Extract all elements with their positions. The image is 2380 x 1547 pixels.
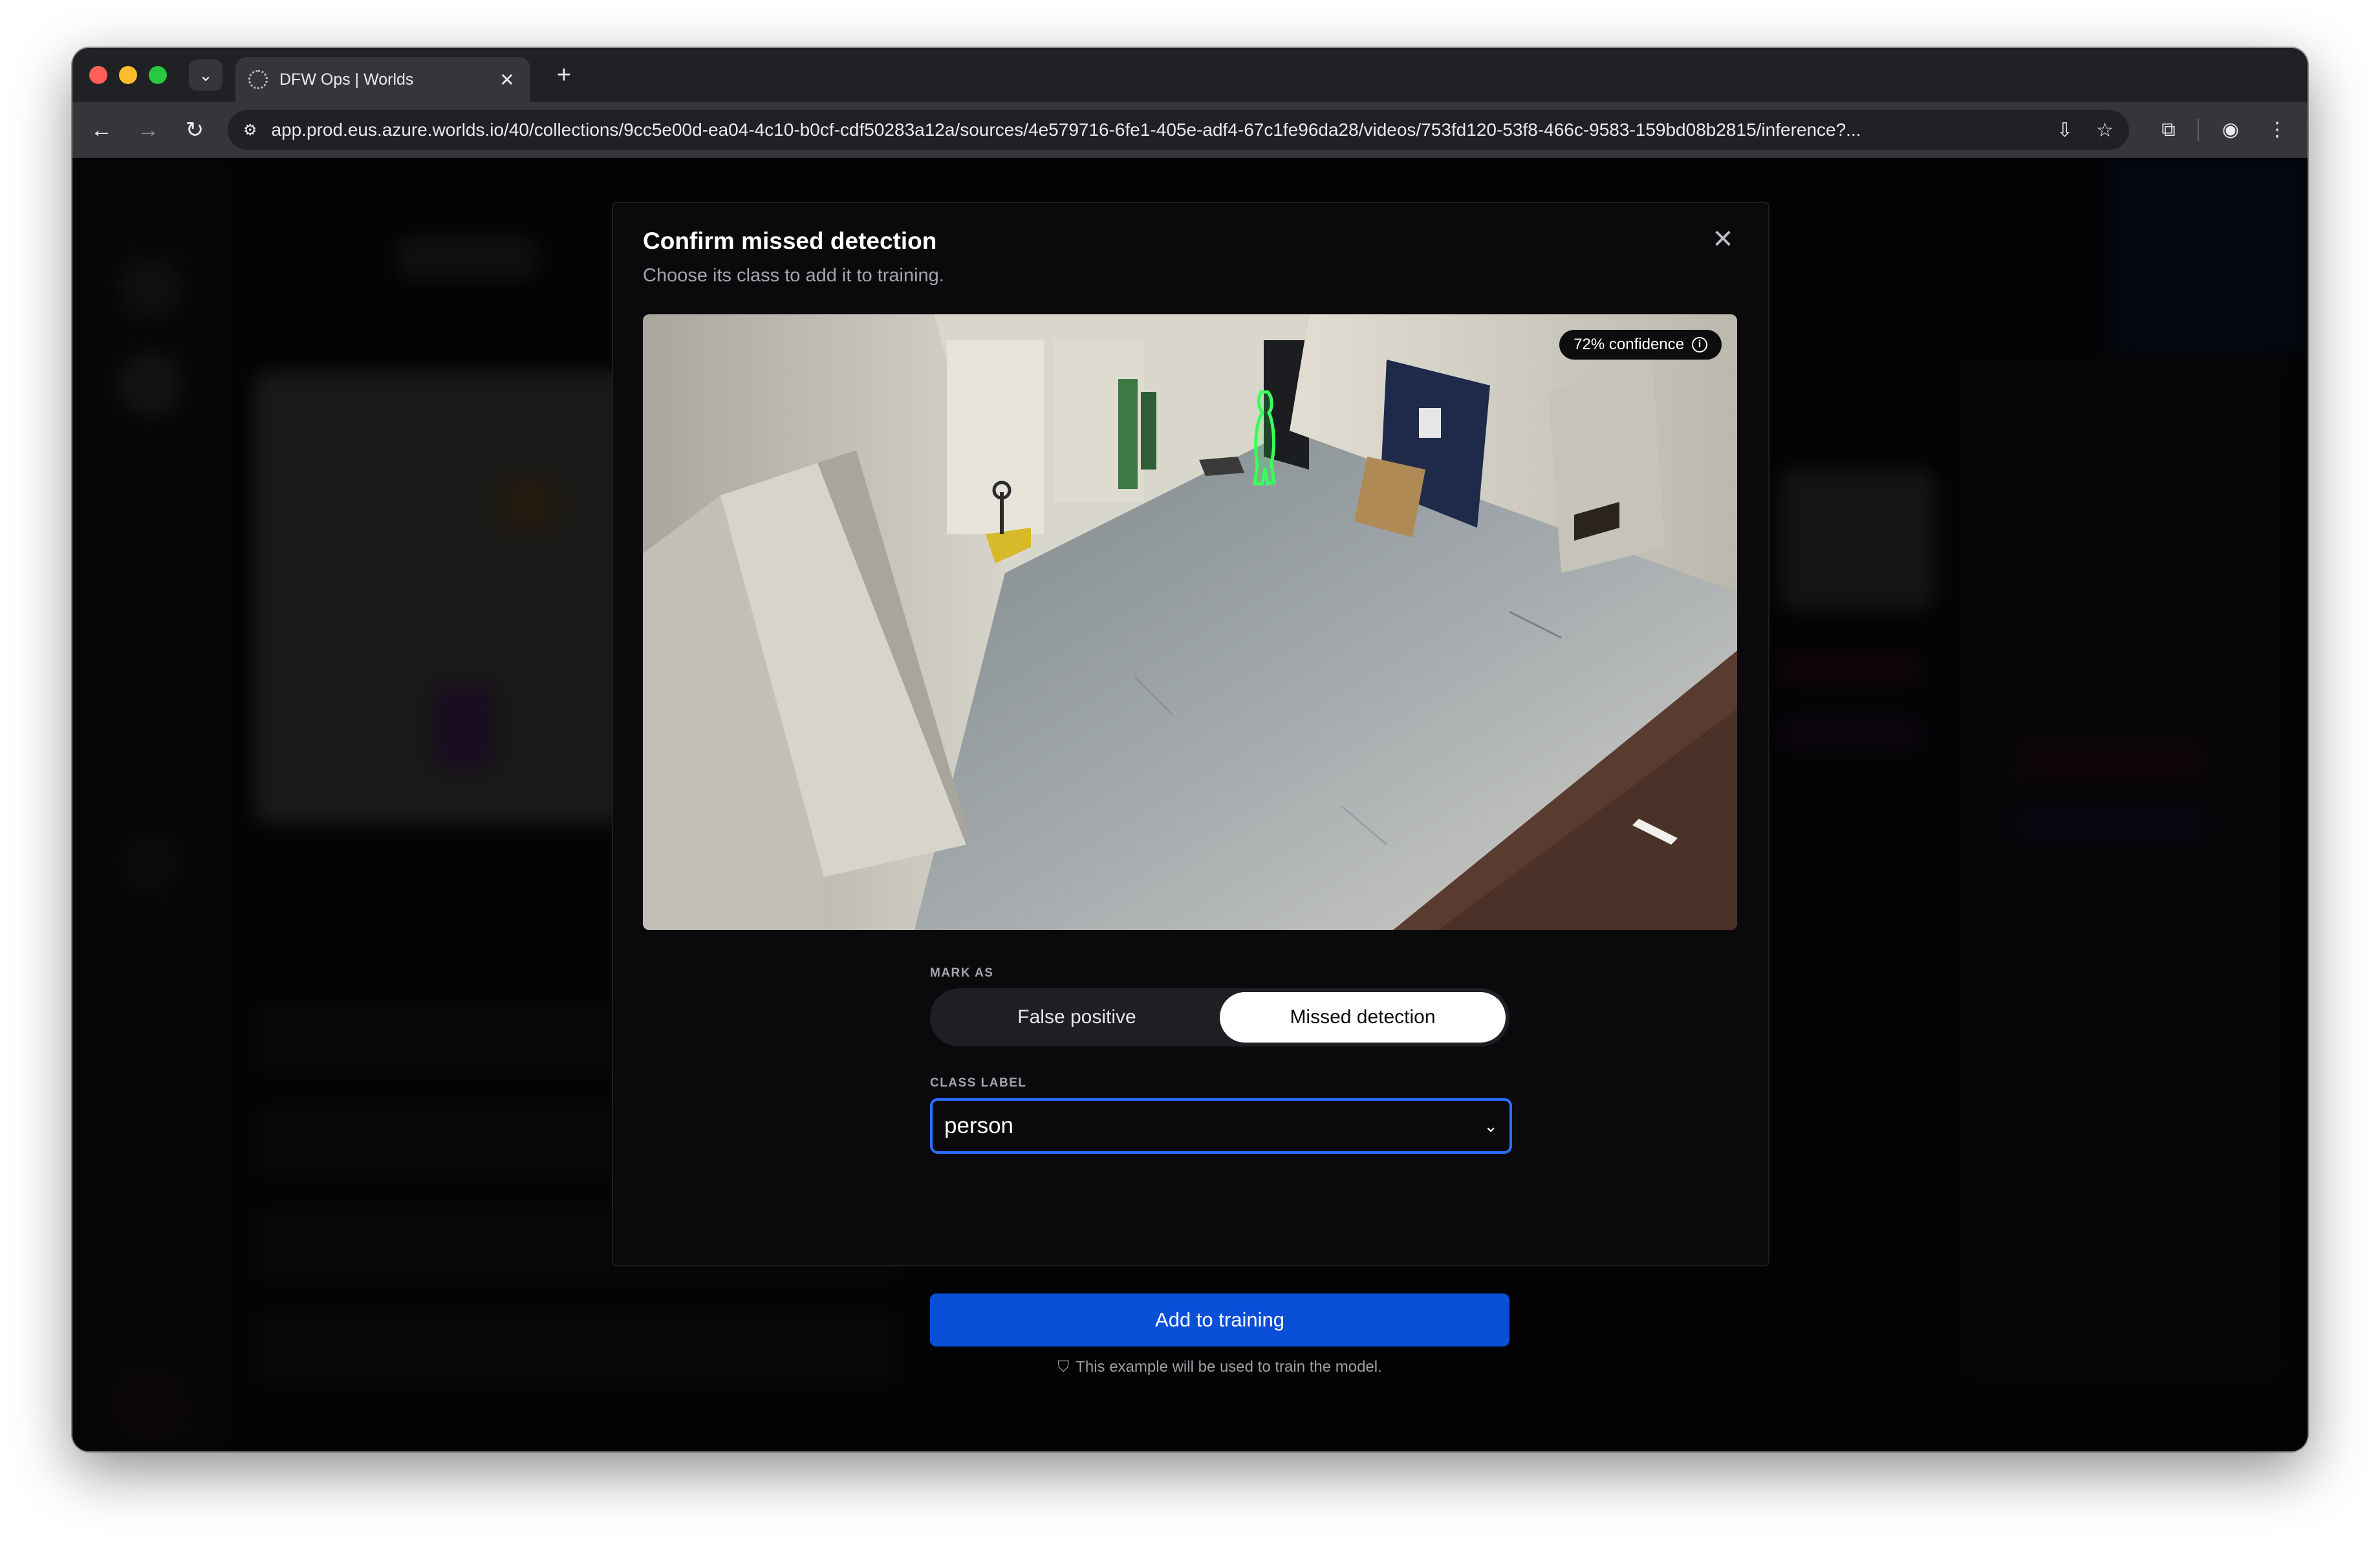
- bookmark-star-icon[interactable]: ☆: [2096, 119, 2114, 142]
- dialog-title: Confirm missed detection: [643, 228, 937, 254]
- forward-arrow-icon[interactable]: →: [132, 114, 164, 146]
- install-app-icon[interactable]: ⇩: [2057, 119, 2073, 142]
- confidence-text: 72% confidence: [1574, 336, 1684, 353]
- minimize-window-button[interactable]: [119, 66, 137, 84]
- class-label-label: CLASS LABEL: [930, 1076, 1027, 1090]
- back-arrow-icon[interactable]: ←: [85, 114, 118, 146]
- tab-title: DFW Ops | Worlds: [279, 70, 414, 89]
- info-icon[interactable]: i: [1692, 337, 1707, 352]
- tab-strip: ⌄ DFW Ops | Worlds ✕ +: [72, 48, 2308, 102]
- reload-icon[interactable]: ↻: [178, 114, 211, 146]
- confidence-badge[interactable]: 72% confidence i: [1559, 330, 1722, 360]
- dialog-subtitle: Choose its class to add it to training.: [643, 265, 944, 286]
- new-tab-button[interactable]: +: [550, 61, 578, 89]
- mark-as-segmented-control: False positive Missed detection: [930, 988, 1509, 1046]
- address-bar[interactable]: ⚙ app.prod.eus.azure.worlds.io/40/collec…: [228, 110, 2129, 150]
- tab-search-button[interactable]: ⌄: [189, 60, 222, 91]
- close-icon[interactable]: ✕: [1709, 225, 1737, 254]
- confirm-detection-dialog: Confirm missed detection Choose its clas…: [612, 202, 1769, 1376]
- toolbar-divider: [2198, 119, 2199, 141]
- class-label-value: person: [944, 1113, 1014, 1138]
- browser-tab[interactable]: DFW Ops | Worlds ✕: [235, 57, 530, 102]
- hint-text: This example will be used to train the m…: [1076, 1358, 1382, 1376]
- close-window-button[interactable]: [89, 66, 107, 84]
- chevron-down-icon: ⌄: [199, 65, 213, 85]
- warehouse-scene-image: [643, 314, 1737, 930]
- url-text[interactable]: app.prod.eus.azure.worlds.io/40/collecti…: [272, 120, 2033, 140]
- tab-close-icon[interactable]: ✕: [497, 69, 517, 91]
- false-positive-option[interactable]: False positive: [934, 992, 1220, 1043]
- site-settings-icon[interactable]: ⚙: [243, 121, 257, 140]
- more-menu-icon[interactable]: ⋮: [2261, 114, 2293, 146]
- missed-detection-option[interactable]: Missed detection: [1220, 992, 1506, 1043]
- chevron-down-icon: ⌄: [1484, 1116, 1498, 1136]
- maximize-window-button[interactable]: [149, 66, 167, 84]
- training-hint: ⛉ This example will be used to train the …: [930, 1358, 1509, 1376]
- detection-preview-image: 72% confidence i: [643, 314, 1737, 930]
- class-label-select[interactable]: person ⌄: [930, 1098, 1512, 1154]
- browser-window: ⌄ DFW Ops | Worlds ✕ + ← → ↻ ⚙ app.prod.…: [72, 48, 2308, 1451]
- browser-toolbar: ← → ↻ ⚙ app.prod.eus.azure.worlds.io/40/…: [72, 102, 2308, 158]
- favicon-icon: [248, 70, 268, 89]
- add-to-training-button[interactable]: Add to training: [930, 1293, 1509, 1347]
- profile-icon[interactable]: ◉: [2214, 114, 2247, 146]
- extensions-icon[interactable]: ⧉: [2152, 114, 2185, 146]
- shield-check-icon: ⛉: [1057, 1358, 1070, 1376]
- mark-as-label: MARK AS: [930, 966, 994, 980]
